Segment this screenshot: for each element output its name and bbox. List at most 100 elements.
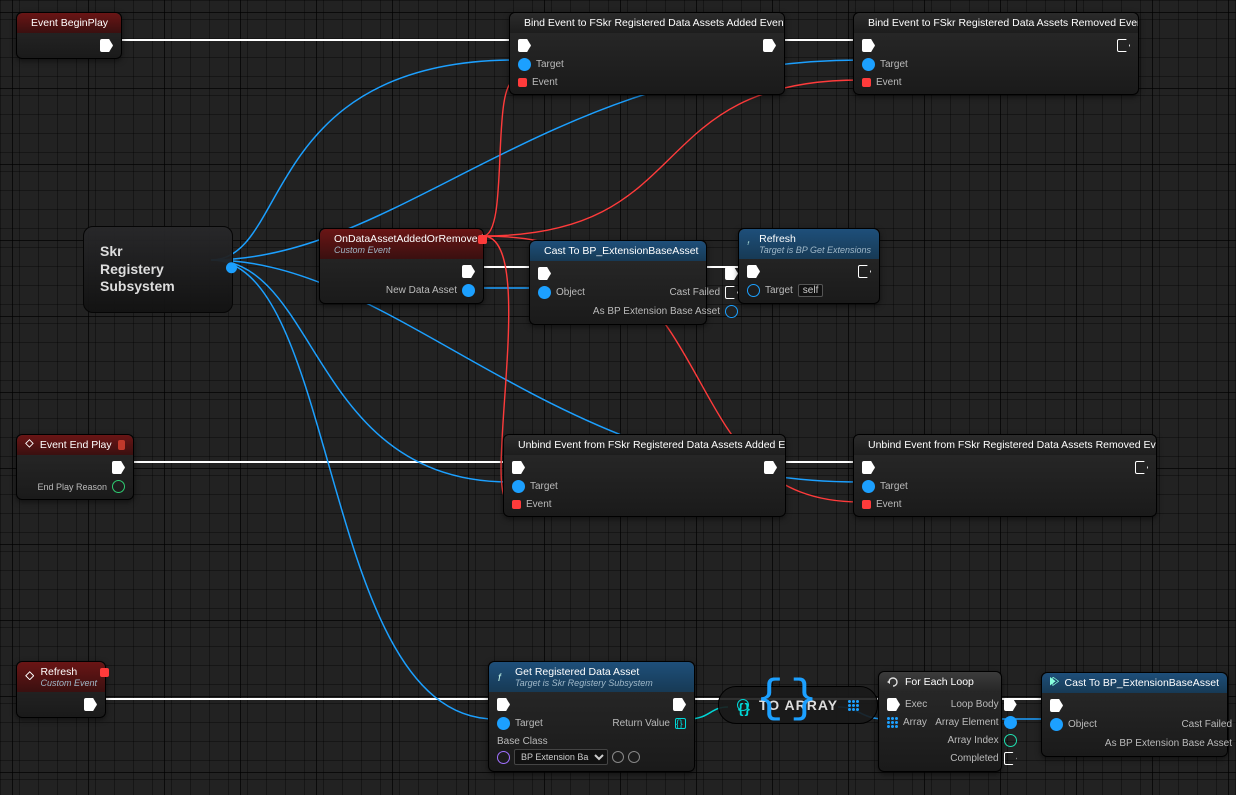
value-out-pin[interactable] <box>226 261 237 279</box>
node-bind-added[interactable]: Bind Event to FSkr Registered Data Asset… <box>509 12 785 95</box>
end-play-reason-pin[interactable]: End Play Reason <box>37 480 125 493</box>
node-title: Refresh <box>40 666 97 678</box>
array-index-pin[interactable]: Array Index <box>947 734 1016 747</box>
node-title: TO ARRAY <box>759 697 838 713</box>
target-pin[interactable]: Target <box>512 480 558 493</box>
exec-out-pin[interactable] <box>84 698 97 711</box>
exec-in-pin[interactable] <box>1050 699 1063 712</box>
array-in-pin[interactable]: Array <box>887 716 927 729</box>
in-pin[interactable]: {} <box>737 699 749 711</box>
node-event-endplay[interactable]: Event End Play End Play Reason <box>16 434 134 500</box>
exec-in-pin[interactable]: Exec <box>887 698 927 711</box>
node-title: Event End Play <box>40 439 112 451</box>
target-pin[interactable]: Target <box>862 58 908 71</box>
target-pin[interactable]: Target <box>862 480 908 493</box>
loop-icon <box>887 676 899 688</box>
exec-in-pin[interactable] <box>862 461 875 474</box>
node-header: Bind Event to FSkr Registered Data Asset… <box>854 13 1138 33</box>
browse-icon[interactable] <box>612 751 624 763</box>
as-output-pin[interactable]: As BP Extension Base Asset <box>1105 737 1236 750</box>
return-value-pin[interactable]: Return Value{} <box>612 717 686 730</box>
node-unbind-removed[interactable]: Unbind Event from FSkr Registered Data A… <box>853 434 1157 517</box>
exec-in-pin[interactable] <box>518 39 531 52</box>
exec-in-pin[interactable] <box>747 265 760 278</box>
event-pin[interactable]: Event <box>862 499 902 510</box>
node-header: For Each Loop <box>879 672 1001 692</box>
exec-in-pin[interactable] <box>538 267 551 280</box>
node-title: Unbind Event from FSkr Registered Data A… <box>518 439 785 451</box>
exec-in-pin[interactable] <box>497 698 510 711</box>
exec-out-pin[interactable] <box>462 265 475 278</box>
node-header: OnDataAssetAddedOrRemoved Custom Event <box>320 229 483 259</box>
delegate-out-pin[interactable] <box>100 668 105 677</box>
node-title: Cast To BP_ExtensionBaseAsset <box>544 245 698 257</box>
node-refresh-event[interactable]: Refresh Custom Event <box>16 661 106 718</box>
node-subtitle: Target is Skr Registery Subsystem <box>515 678 653 688</box>
node-subtitle: Custom Event <box>334 245 483 255</box>
node-cast-bottom[interactable]: Cast To BP_ExtensionBaseAsset Object Cas… <box>1041 672 1228 757</box>
loop-body-pin[interactable]: Loop Body <box>951 698 1017 711</box>
svg-text:f: f <box>748 241 750 246</box>
node-var-subsystem[interactable]: Skr Registery Subsystem <box>83 226 233 313</box>
cast-failed-pin[interactable]: Cast Failed <box>669 286 738 299</box>
exec-out-pin[interactable] <box>100 39 113 52</box>
node-title: Unbind Event from FSkr Registered Data A… <box>868 439 1156 451</box>
node-header: Unbind Event from FSkr Registered Data A… <box>504 435 785 455</box>
node-header: Refresh Custom Event <box>17 662 105 692</box>
exec-out-pin[interactable] <box>673 698 686 711</box>
node-to-array[interactable]: {} TO ARRAY <box>718 686 878 724</box>
exec-in-pin[interactable] <box>512 461 525 474</box>
node-cast-top[interactable]: Cast To BP_ExtensionBaseAsset Object Cas… <box>529 240 707 325</box>
object-pin[interactable]: Object <box>1050 718 1097 731</box>
node-title: Get Registered Data Asset <box>515 666 653 678</box>
node-header: Event End Play <box>17 435 133 455</box>
function-icon: f <box>747 238 753 250</box>
new-data-asset-pin[interactable]: New Data Asset <box>386 284 475 297</box>
delegate-out-pin[interactable] <box>478 235 483 244</box>
target-pin[interactable]: Target <box>518 58 564 71</box>
exec-out-pin[interactable] <box>112 461 125 474</box>
cast-icon <box>1050 677 1059 689</box>
node-bind-removed[interactable]: Bind Event to FSkr Registered Data Asset… <box>853 12 1139 95</box>
exec-in-pin[interactable] <box>862 39 875 52</box>
node-event-beginplay[interactable]: Event BeginPlay <box>16 12 122 59</box>
blueprint-canvas[interactable]: Event BeginPlay Bind Event to FSkr Regis… <box>0 0 1236 795</box>
node-subtitle: Target is BP Get Extensions <box>759 245 871 255</box>
node-title: For Each Loop <box>905 676 974 688</box>
cast-failed-pin[interactable]: Cast Failed <box>1181 718 1236 731</box>
exec-out-pin[interactable] <box>858 265 871 278</box>
node-title: Refresh <box>759 233 871 245</box>
exec-out-pin[interactable] <box>1117 39 1130 52</box>
svg-text:f: f <box>498 673 502 683</box>
target-self-pin[interactable]: Targetself <box>747 284 823 297</box>
base-class-input[interactable]: Base Class BP Extension Ba <box>497 736 640 765</box>
exec-out-pin[interactable] <box>1135 461 1148 474</box>
exec-out-pin[interactable] <box>763 39 776 52</box>
node-custom-event-data-asset[interactable]: OnDataAssetAddedOrRemoved Custom Event N… <box>319 228 484 304</box>
completed-pin[interactable]: Completed <box>950 752 1016 765</box>
variable-name: Skr Registery Subsystem <box>100 243 175 296</box>
event-pin[interactable]: Event <box>862 77 902 88</box>
node-title: OnDataAssetAddedOrRemoved <box>334 233 483 245</box>
object-pin[interactable]: Object <box>538 286 585 299</box>
exec-out-pin[interactable] <box>764 461 777 474</box>
node-title: Cast To BP_ExtensionBaseAsset <box>1065 677 1219 689</box>
as-output-pin[interactable]: As BP Extension Base Asset <box>593 305 738 318</box>
node-subtitle: Custom Event <box>40 678 97 688</box>
exec-out-pin[interactable] <box>725 267 738 280</box>
node-unbind-added[interactable]: Unbind Event from FSkr Registered Data A… <box>503 434 786 517</box>
base-class-select[interactable]: BP Extension Ba <box>514 749 608 765</box>
array-element-pin[interactable]: Array Element <box>935 716 1016 729</box>
node-title: Bind Event to FSkr Registered Data Asset… <box>868 17 1138 29</box>
event-icon <box>25 439 34 451</box>
node-refresh-call[interactable]: f Refresh Target is BP Get Extensions Ta… <box>738 228 880 304</box>
event-pin[interactable]: Event <box>518 77 558 88</box>
node-get-registered[interactable]: f Get Registered Data Asset Target is Sk… <box>488 661 695 772</box>
node-header: Unbind Event from FSkr Registered Data A… <box>854 435 1156 455</box>
target-pin[interactable]: Target <box>497 717 543 730</box>
find-icon[interactable] <box>628 751 640 763</box>
event-pin[interactable]: Event <box>512 499 552 510</box>
node-header: Bind Event to FSkr Registered Data Asset… <box>510 13 784 33</box>
out-pin[interactable] <box>848 700 859 711</box>
node-foreach[interactable]: For Each Loop Exec Loop Body Array Array… <box>878 671 1002 772</box>
